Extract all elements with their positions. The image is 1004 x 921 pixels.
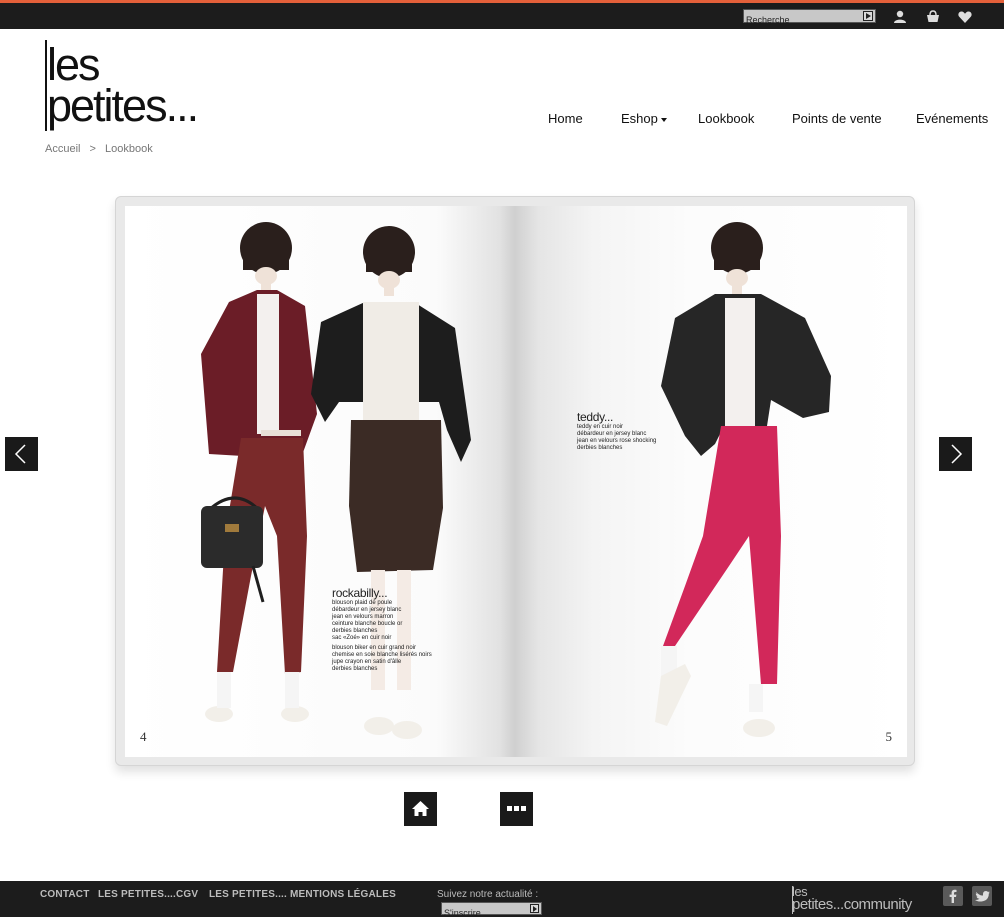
caption-left-line: jupe crayon en satin d'âlle — [332, 659, 402, 665]
search-input[interactable] — [744, 14, 856, 26]
lookbook-page-right[interactable]: teddy... teddy en cuir noir débardeur en… — [515, 206, 907, 757]
caption-left-line: derbies blanches — [332, 666, 378, 672]
lookbook-viewer: rockabilly... blouson plaid de poule déb… — [115, 196, 915, 766]
chevron-down-icon — [660, 117, 667, 122]
grid-icon — [507, 806, 526, 811]
footer-link-cgv[interactable]: LES PETITES....CGV — [98, 889, 198, 900]
caption-left-line: sac «Zoé» en cuir noir — [332, 635, 392, 641]
caption-right: teddy... teddy en cuir noir débardeur en… — [577, 411, 697, 452]
lookbook-grid-button[interactable] — [500, 792, 533, 826]
twitter-button[interactable] — [972, 886, 992, 906]
caption-left-line: débardeur en jersey blanc — [332, 607, 402, 613]
search-box — [743, 9, 876, 26]
caption-right-line: débardeur en jersey blanc — [577, 431, 647, 437]
community-logo[interactable]: les petites...community — [792, 885, 940, 914]
cart-icon[interactable] — [925, 9, 941, 25]
caption-left-line: ceinture blanche boucle or — [332, 621, 403, 627]
newsletter-submit-button[interactable] — [530, 904, 539, 913]
chevron-left-icon — [14, 444, 26, 464]
newsletter-box — [441, 902, 542, 919]
user-icon[interactable] — [892, 9, 908, 25]
nav-eshop-label: Eshop — [621, 111, 658, 126]
logo-line-2: petites... — [47, 80, 199, 131]
top-bar — [0, 3, 1004, 29]
facebook-button[interactable] — [943, 886, 963, 906]
caption-right-line: teddy en cuir noir — [577, 424, 624, 430]
nav-evenements[interactable]: Evénements — [916, 111, 988, 126]
home-icon — [412, 801, 429, 816]
nav-eshop[interactable]: Eshop — [621, 111, 667, 126]
caption-left-line: jean en velours marron — [332, 614, 394, 620]
caption-right-title: teddy... — [577, 410, 614, 424]
footer-link-mentions[interactable]: LES PETITES.... MENTIONS LÉGALES — [209, 889, 396, 900]
twitter-icon — [975, 891, 990, 902]
footer-link-contact[interactable]: CONTACT — [40, 889, 90, 900]
follow-label: Suivez notre actualité : — [437, 889, 539, 900]
nav-home[interactable]: Home — [548, 111, 583, 126]
caption-right-line: derbies blanches — [577, 445, 623, 451]
breadcrumb: Accueil > Lookbook — [45, 143, 159, 155]
lookbook-home-button[interactable] — [404, 792, 437, 826]
caption-left-line: blouson plaid de poule — [332, 600, 393, 606]
prev-page-button[interactable] — [5, 437, 38, 471]
facebook-icon — [949, 889, 957, 903]
caption-left: rockabilly... blouson plaid de poule déb… — [332, 587, 472, 673]
lookbook-page-left[interactable]: rockabilly... blouson plaid de poule déb… — [125, 206, 515, 757]
nav-points-de-vente[interactable]: Points de vente — [792, 111, 882, 126]
caption-left-line: derbies blanches — [332, 628, 378, 634]
nav-lookbook[interactable]: Lookbook — [698, 111, 754, 126]
caption-left-title: rockabilly... — [332, 586, 388, 600]
chevron-right-icon — [951, 444, 963, 464]
breadcrumb-home[interactable]: Accueil — [45, 143, 80, 155]
caption-right-line: jean en velours rose shocking — [577, 438, 657, 444]
page-number-right: 5 — [885, 729, 893, 744]
breadcrumb-separator: > — [89, 143, 96, 155]
search-submit-button[interactable] — [863, 11, 873, 21]
heart-icon[interactable] — [957, 9, 973, 25]
caption-left-line: blouson biker en cuir grand noir — [332, 645, 417, 651]
site-logo[interactable]: les petites... — [43, 40, 243, 132]
model-photo-right — [655, 222, 831, 737]
next-page-button[interactable] — [939, 437, 972, 471]
community-line-2: petites...community — [792, 896, 912, 913]
breadcrumb-current: Lookbook — [105, 143, 153, 155]
page-number-left: 4 — [140, 729, 147, 744]
caption-left-line: chemise en soie blanche lisérés noirs — [332, 652, 432, 658]
models-photo-left — [201, 222, 471, 739]
